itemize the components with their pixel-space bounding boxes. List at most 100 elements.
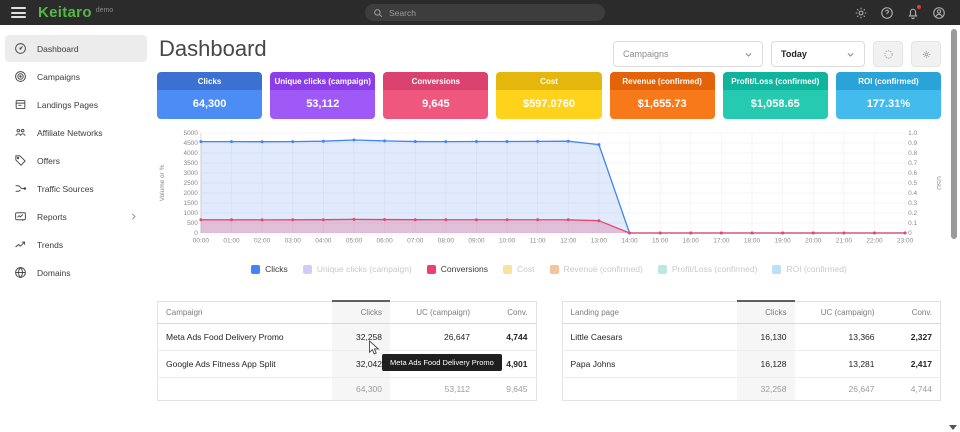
- table-cell: 2,327: [883, 324, 941, 351]
- legend-item-unique-clicks-campaign[interactable]: Unique clicks (campaign): [303, 264, 412, 274]
- legend-item-roi-confirmed[interactable]: ROI (confirmed): [772, 264, 846, 274]
- totals-cell: 26,647: [795, 378, 883, 401]
- help-icon[interactable]: [880, 6, 894, 20]
- search-box[interactable]: [365, 4, 605, 21]
- svg-text:0.9: 0.9: [908, 140, 917, 147]
- brand-logo[interactable]: Keitaro demo: [38, 4, 113, 21]
- dashboard-settings-button[interactable]: [911, 41, 941, 67]
- sidebar-item-label: Affiliate Networks: [37, 128, 103, 138]
- sidebar-item-domains[interactable]: Domains: [5, 259, 147, 286]
- stat-card-label: Profit/Loss (confirmed): [723, 72, 828, 90]
- svg-text:0.6: 0.6: [908, 170, 917, 177]
- column-header-conv[interactable]: Conv.: [883, 301, 941, 324]
- sidebar-item-reports[interactable]: Reports: [5, 203, 147, 230]
- legend-item-revenue-confirmed[interactable]: Revenue (confirmed): [550, 264, 643, 274]
- menu-icon[interactable]: [11, 5, 26, 21]
- totals-row: 64,30053,1129,645: [158, 378, 537, 401]
- sidebar-item-label: Trends: [37, 240, 63, 250]
- stat-card-label: ROI (confirmed): [836, 72, 941, 90]
- settings-icon[interactable]: [854, 6, 868, 20]
- stat-card-label: Revenue (confirmed): [610, 72, 715, 90]
- table-row[interactable]: Little Caesars16,13013,3662,327: [562, 324, 941, 351]
- sidebar-item-trends[interactable]: Trends: [5, 231, 147, 258]
- search-input[interactable]: [389, 8, 597, 18]
- legend-swatch: [550, 265, 559, 274]
- sidebar-item-dashboard[interactable]: Dashboard: [5, 35, 147, 62]
- sidebar-item-label: Offers: [37, 156, 60, 166]
- refresh-button[interactable]: [873, 41, 903, 67]
- topbar: Keitaro demo: [0, 0, 960, 25]
- svg-text:06:00: 06:00: [376, 237, 393, 244]
- legend-item-cost[interactable]: Cost: [503, 264, 534, 274]
- svg-text:08:00: 08:00: [438, 237, 455, 244]
- campaigns-filter-select[interactable]: Campaigns: [613, 41, 763, 67]
- campaigns-table: CampaignClicksUC (campaign)Conv.Meta Ads…: [157, 300, 537, 401]
- sidebar-item-campaigns[interactable]: Campaigns: [5, 63, 147, 90]
- stat-card-unique-clicks-campaign[interactable]: Unique clicks (campaign)53,112: [270, 72, 375, 119]
- stat-card-label: Conversions: [383, 72, 488, 90]
- stat-card-value: 177.31%: [836, 90, 941, 119]
- svg-text:03:00: 03:00: [285, 237, 302, 244]
- svg-text:15:00: 15:00: [652, 237, 669, 244]
- sidebar-item-label: Dashboard: [37, 44, 79, 54]
- stat-card-value: $1,058.65: [723, 90, 828, 119]
- sidebar-item-landings-pages[interactable]: Landings Pages: [5, 91, 147, 118]
- column-header-landing-page[interactable]: Landing page: [562, 301, 737, 324]
- legend-label: Clicks: [265, 264, 288, 274]
- sidebar-item-label: Reports: [37, 212, 67, 222]
- sidebar-item-offers[interactable]: Offers: [5, 147, 147, 174]
- legend-item-profit-loss-confirmed[interactable]: Profit/Loss (confirmed): [658, 264, 758, 274]
- campaigns-filter-value: Campaigns: [623, 49, 669, 59]
- totals-cell: [562, 378, 737, 401]
- sidebar-item-affiliate-networks[interactable]: Affiliate Networks: [5, 119, 147, 146]
- table-row[interactable]: Papa Johns16,12813,2812,417: [562, 351, 941, 378]
- brand-demo-badge: demo: [96, 7, 114, 14]
- column-header-conv[interactable]: Conv.: [478, 301, 536, 324]
- summary-tables: CampaignClicksUC (campaign)Conv.Meta Ads…: [157, 300, 941, 401]
- stat-card-label: Cost: [496, 72, 601, 90]
- account-icon[interactable]: [932, 6, 946, 20]
- sidebar-item-label: Traffic Sources: [37, 184, 94, 194]
- row-tooltip: Meta Ads Food Delivery Promo: [382, 354, 502, 371]
- column-header-uc-campaign[interactable]: UC (campaign): [390, 301, 478, 324]
- legend-swatch: [251, 265, 260, 274]
- svg-text:3000: 3000: [183, 170, 198, 177]
- column-header-uc-campaign[interactable]: UC (campaign): [795, 301, 883, 324]
- legend-swatch: [503, 265, 512, 274]
- column-header-campaign[interactable]: Campaign: [158, 301, 333, 324]
- stat-card-profit-loss-confirmed[interactable]: Profit/Loss (confirmed)$1,058.65: [723, 72, 828, 119]
- column-header-clicks[interactable]: Clicks: [737, 301, 795, 324]
- date-range-select[interactable]: Today: [771, 41, 865, 67]
- scrollbar-thumb[interactable]: [951, 29, 957, 239]
- svg-text:500: 500: [187, 220, 198, 227]
- svg-text:USD: USD: [935, 176, 941, 190]
- svg-text:1500: 1500: [183, 200, 198, 207]
- stat-card-roi-confirmed[interactable]: ROI (confirmed)177.31%: [836, 72, 941, 119]
- stat-card-revenue-confirmed[interactable]: Revenue (confirmed)$1,655.73: [610, 72, 715, 119]
- sidebar-item-traffic-sources[interactable]: Traffic Sources: [5, 175, 147, 202]
- svg-text:19:00: 19:00: [775, 237, 792, 244]
- column-header-clicks[interactable]: Clicks: [332, 301, 390, 324]
- table-cell: 13,281: [795, 351, 883, 378]
- table-cell: 16,128: [737, 351, 795, 378]
- chart-legend: Clicks Unique clicks (campaign) Conversion…: [157, 264, 941, 274]
- stat-card-label: Clicks: [157, 72, 262, 90]
- stat-card-conversions[interactable]: Conversions9,645: [383, 72, 488, 119]
- svg-text:12:00: 12:00: [560, 237, 577, 244]
- stat-card-cost[interactable]: Cost$597.0760: [496, 72, 601, 119]
- trend-icon: [14, 238, 27, 251]
- table-cell: 16,130: [737, 324, 795, 351]
- scrollbar-down-arrow[interactable]: [949, 425, 957, 430]
- main-content: Dashboard Campaigns Today Clicks64,300Un…: [152, 25, 946, 432]
- traffic-chart-svg: 005000.110000.215000.320000.425000.53000…: [157, 127, 941, 253]
- notifications-bell-icon[interactable]: [906, 6, 920, 20]
- legend-item-conversions[interactable]: Conversions: [427, 264, 488, 274]
- table-row[interactable]: Meta Ads Food Delivery Promo32,25826,647…: [158, 324, 537, 351]
- date-range-value: Today: [781, 49, 807, 59]
- stat-card-clicks[interactable]: Clicks64,300: [157, 72, 262, 119]
- svg-text:0.8: 0.8: [908, 150, 917, 157]
- legend-swatch: [658, 265, 667, 274]
- legend-item-clicks[interactable]: Clicks: [251, 264, 288, 274]
- legend-label: Revenue (confirmed): [564, 264, 643, 274]
- topbar-icons: [854, 6, 946, 20]
